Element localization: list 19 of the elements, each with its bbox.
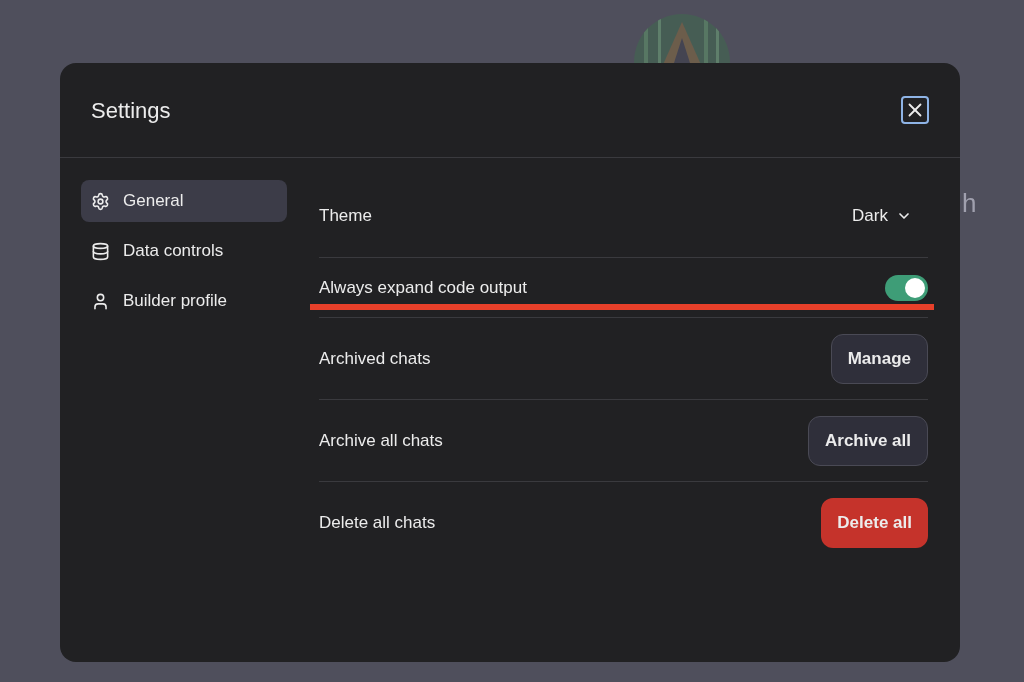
setting-label: Always expand code output — [319, 276, 527, 299]
gear-icon — [91, 191, 110, 211]
setting-label: Theme — [319, 205, 372, 228]
theme-dropdown[interactable]: Dark — [852, 203, 928, 229]
setting-label: Archived chats — [319, 347, 431, 370]
toggle-switch[interactable] — [885, 274, 928, 301]
action-button[interactable]: Archive all — [808, 415, 928, 466]
dialog-title: Settings — [91, 96, 171, 125]
sidebar-tab[interactable]: Builder profile — [81, 280, 287, 322]
person-icon — [91, 291, 110, 311]
close-button[interactable] — [901, 96, 929, 124]
database-icon — [91, 241, 110, 261]
background-text: h — [962, 187, 977, 220]
delete-button[interactable]: Delete all — [821, 497, 928, 548]
sidebar-tab[interactable]: Data controls — [81, 230, 287, 272]
setting-label: Delete all chats — [319, 511, 436, 534]
setting-label: Archive all chats — [319, 429, 443, 452]
action-button[interactable]: Manage — [830, 333, 928, 384]
sidebar-tab[interactable]: General — [81, 180, 287, 222]
